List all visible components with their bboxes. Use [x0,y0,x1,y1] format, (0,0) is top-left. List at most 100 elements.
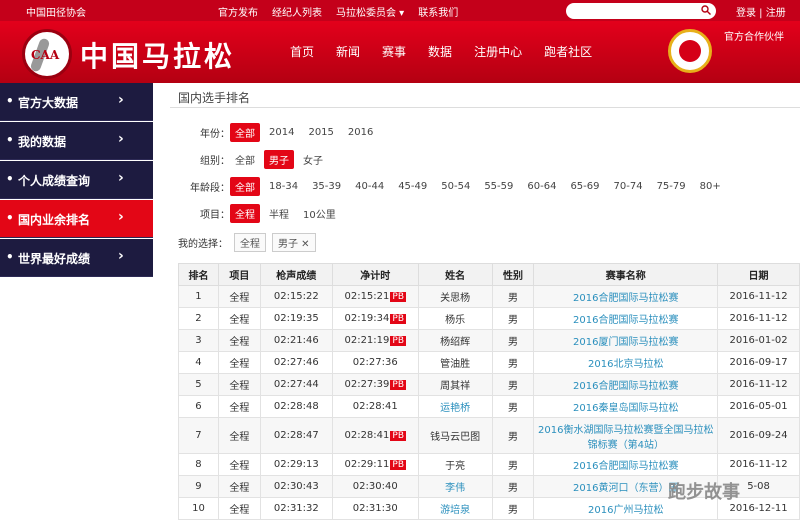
cell-race-text[interactable]: 2016厦门国际马拉松赛 [573,337,678,348]
age-option[interactable]: 60-64 [522,179,561,194]
year-option[interactable]: 2015 [303,125,338,140]
age-option[interactable]: 全部 [230,176,260,196]
table-row[interactable]: 4 全程 02:27:46 02:27:36 管油胜 男 2016北京马拉松 2016-09-… [178,351,800,374]
cell-name-text[interactable]: 周其祥 [440,381,470,392]
cell-name-text[interactable]: 游培泉 [440,505,470,516]
nav-registration[interactable]: 注册中心 [474,43,522,60]
table-row[interactable]: 3 全程 02:21:46 02:21:19 PB 杨绍辉 男 2016厦门国际马拉松赛 201… [178,329,800,352]
top-nav-committee[interactable]: 马拉松委员会 ▾ [336,4,404,19]
event-option[interactable]: 10公里 [298,204,341,223]
table-row[interactable]: 2 全程 02:19:35 02:19:34 PB 杨乐 男 2016合肥国际马拉松赛 2016… [178,307,800,330]
caa-logo[interactable]: CAA [22,29,72,79]
cell-name-text[interactable]: 运艳桥 [440,403,470,414]
cell-name[interactable]: 于亮 [417,453,493,476]
col-header-gun-time[interactable]: 枪声成绩 [259,263,333,286]
cell-race[interactable]: 2016衡水湖国际马拉松赛暨全国马拉松锦标赛（第4站） [533,417,719,454]
selection-tag-removable[interactable]: 男子 ✕ [272,233,316,252]
top-nav-official[interactable]: 官方发布 [218,4,258,19]
sidebar-item-my-data[interactable]: • 我的数据 › [0,122,153,160]
sidebar-item-results-query[interactable]: • 个人成绩查询 › [0,161,153,199]
cell-race[interactable]: 2016合肥国际马拉松赛 [533,373,719,396]
table-row[interactable]: 1 全程 02:15:22 02:15:21 PB 关思杨 男 2016合肥国际马拉松赛 201… [178,285,800,308]
cell-name-text[interactable]: 钱马云巴图 [430,432,480,443]
age-option[interactable]: 70-74 [609,179,648,194]
table-row[interactable]: 5 全程 02:27:44 02:27:39 PB 周其祥 男 2016合肥国际马拉松赛 201… [178,373,800,396]
login-register-link[interactable]: 登录 | 注册 [736,4,786,19]
cell-race-text[interactable]: 2016北京马拉松 [588,359,663,370]
year-option[interactable]: 2016 [343,125,378,140]
cell-name-text[interactable]: 于亮 [445,461,465,472]
group-option[interactable]: 全部 [230,150,260,169]
cell-name-text[interactable]: 管油胜 [440,359,470,370]
cell-race-text[interactable]: 2016合肥国际马拉松赛 [573,315,678,326]
nav-news[interactable]: 新闻 [336,43,360,60]
age-option[interactable]: 80+ [695,179,726,194]
cell-name[interactable]: 李伟 [417,475,493,498]
col-header-name[interactable]: 姓名 [417,263,493,286]
group-option[interactable]: 女子 [298,150,328,169]
cell-race-text[interactable]: 2016黄河口（东营）国 [573,483,678,494]
cell-name[interactable]: 关思杨 [417,285,493,308]
partner-emblem-icon[interactable] [668,29,712,73]
year-option[interactable]: 全部 [230,122,260,142]
table-row[interactable]: 8 全程 02:29:13 02:29:11 PB 于亮 男 2016合肥国际马拉松赛 2016… [178,453,800,476]
sidebar-item-domestic-ranking[interactable]: • 国内业余排名 › [0,200,153,238]
cell-race[interactable]: 2016合肥国际马拉松赛 [533,307,719,330]
top-nav-agents[interactable]: 经纪人列表 [272,4,322,19]
cell-race[interactable]: 2016合肥国际马拉松赛 [533,453,719,476]
cell-name-text[interactable]: 杨乐 [445,315,465,326]
group-option[interactable]: 男子 [264,149,294,169]
cell-race-text[interactable]: 2016合肥国际马拉松赛 [573,293,678,304]
nav-data[interactable]: 数据 [428,43,452,60]
partner-link[interactable]: 官方合作伙伴 [724,28,784,43]
age-option[interactable]: 40-44 [350,179,389,194]
cell-race-text[interactable]: 2016广州马拉松 [588,505,663,516]
cell-race-text[interactable]: 2016衡水湖国际马拉松赛暨全国马拉松锦标赛（第4站） [538,425,713,451]
cell-name[interactable]: 杨绍辉 [417,329,493,352]
search-input[interactable] [566,3,716,19]
nav-events[interactable]: 赛事 [382,43,406,60]
cell-race-text[interactable]: 2016秦皇岛国际马拉松 [573,403,678,414]
table-row[interactable]: 7 全程 02:28:47 02:28:41 PB 钱马云巴图 男 2016衡水湖国际马拉松赛… [178,417,800,454]
site-logo-text[interactable]: 中国马拉松 [80,35,235,75]
year-option[interactable]: 2014 [264,125,299,140]
sidebar-item-world-best[interactable]: • 世界最好成绩 › [0,239,153,277]
col-header-rank[interactable]: 排名 [178,263,219,286]
selection-tag[interactable]: 全程 [234,233,266,252]
col-header-date[interactable]: 日期 [717,263,800,286]
event-option[interactable]: 半程 [264,204,294,223]
cell-race[interactable]: 2016秦皇岛国际马拉松 [533,395,719,418]
age-option[interactable]: 18-34 [264,179,303,194]
table-row[interactable]: 6 全程 02:28:48 02:28:41 运艳桥 男 2016秦皇岛国际马拉松 2016-… [178,395,800,418]
age-option[interactable]: 65-69 [565,179,604,194]
age-option[interactable]: 75-79 [652,179,691,194]
search-icon[interactable] [701,5,711,15]
cell-name[interactable]: 运艳桥 [417,395,493,418]
age-option[interactable]: 50-54 [436,179,475,194]
col-header-sex[interactable]: 性别 [491,263,535,286]
cell-name[interactable]: 钱马云巴图 [417,417,493,454]
age-option[interactable]: 35-39 [307,179,346,194]
cell-race-text[interactable]: 2016合肥国际马拉松赛 [573,461,678,472]
cell-name[interactable]: 管油胜 [417,351,493,374]
age-option[interactable]: 55-59 [479,179,518,194]
cell-race-text[interactable]: 2016合肥国际马拉松赛 [573,381,678,392]
cell-race[interactable]: 2016厦门国际马拉松赛 [533,329,719,352]
cell-race[interactable]: 2016合肥国际马拉松赛 [533,285,719,308]
cell-name[interactable]: 周其祥 [417,373,493,396]
col-header-event[interactable]: 项目 [217,263,261,286]
col-header-net-time[interactable]: 净计时 [331,263,419,286]
cell-name-text[interactable]: 杨绍辉 [440,337,470,348]
nav-home[interactable]: 首页 [290,43,314,60]
sidebar-item-official-data[interactable]: • 官方大数据 › [0,83,153,121]
cell-name-text[interactable]: 李伟 [445,483,465,494]
cell-name-text[interactable]: 关思杨 [440,293,470,304]
col-header-race[interactable]: 赛事名称 [533,263,719,286]
cell-name[interactable]: 游培泉 [417,497,493,520]
event-option[interactable]: 全程 [230,203,260,223]
age-option[interactable]: 45-49 [393,179,432,194]
cell-race[interactable]: 2016北京马拉松 [533,351,719,374]
nav-community[interactable]: 跑者社区 [544,43,592,60]
org-link[interactable]: 中国田径协会 [26,4,86,19]
cell-name[interactable]: 杨乐 [417,307,493,330]
